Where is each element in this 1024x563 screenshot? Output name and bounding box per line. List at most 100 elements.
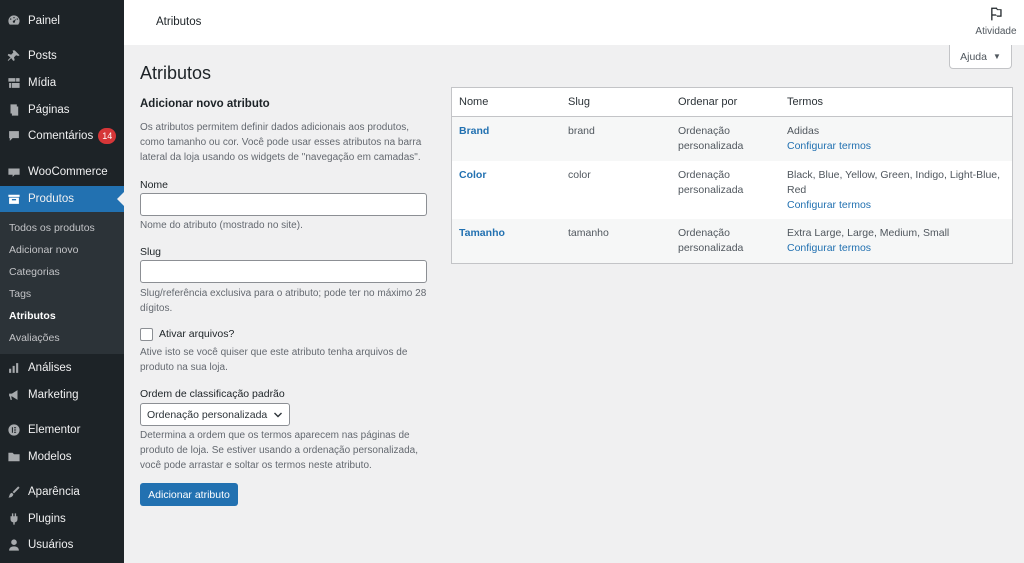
submenu-item-atributos[interactable]: Atributos <box>9 310 56 322</box>
form-heading: Adicionar novo atributo <box>140 98 270 110</box>
menu-item-modelos[interactable]: Modelos <box>0 445 124 469</box>
slug-input[interactable] <box>140 260 427 283</box>
menu-item-posts[interactable]: Posts <box>0 44 124 68</box>
configure-terms-link[interactable]: Configurar termos <box>787 139 871 154</box>
attribute-order: Ordenação personalizada <box>678 169 744 196</box>
menu-item-aparencia[interactable]: Aparência <box>0 480 124 504</box>
menu-item-produtos[interactable]: Produtos <box>0 186 124 212</box>
column-header-ordenar[interactable]: Ordenar por <box>678 96 737 108</box>
menu-item-midia[interactable]: Mídia <box>0 71 124 95</box>
archive-label: Ativar arquivos? <box>159 328 235 340</box>
table-row: Color color Ordenação personalizada Blac… <box>452 161 1012 219</box>
menu-label: Plugins <box>28 513 66 525</box>
name-help: Nome do atributo (mostrado no site). <box>140 220 303 231</box>
order-select[interactable]: Ordenação personalizada <box>140 403 290 426</box>
attribute-name-link[interactable]: Brand <box>459 124 489 139</box>
column-header-nome[interactable]: Nome <box>459 96 488 108</box>
enable-archives-checkbox[interactable] <box>140 328 153 341</box>
help-button[interactable]: Ajuda ▼ <box>949 45 1012 69</box>
menu-item-painel[interactable]: Painel <box>0 9 124 33</box>
submenu-item-tags[interactable]: Tags <box>9 288 31 300</box>
form-intro: Os atributos permitem definir dados adic… <box>140 122 422 163</box>
add-attribute-button[interactable]: Adicionar atributo <box>140 483 238 506</box>
submenu-item-todos-produtos[interactable]: Todos os produtos <box>9 222 95 234</box>
table-row: Brand brand Ordenação personalizada Adid… <box>452 117 1012 161</box>
table-row: Tamanho tamanho Ordenação personalizada … <box>452 219 1012 263</box>
menu-item-paginas[interactable]: Páginas <box>0 98 124 122</box>
menu-label: Modelos <box>28 451 72 463</box>
menu-item-comentarios[interactable]: Comentários 14 <box>0 124 124 148</box>
menu-label: Comentários <box>28 130 94 142</box>
order-label: Ordem de classificação padrão <box>140 388 285 400</box>
products-icon <box>7 192 21 206</box>
dashboard-icon <box>7 14 21 28</box>
menu-label: Mídia <box>28 77 57 89</box>
configure-terms-link[interactable]: Configurar termos <box>787 241 871 256</box>
woocommerce-icon <box>7 165 21 179</box>
media-icon <box>7 76 21 90</box>
menu-label: Usuários <box>28 539 74 551</box>
user-icon <box>7 538 21 552</box>
order-select-value: Ordenação personalizada <box>147 408 268 421</box>
flag-icon <box>991 7 1002 21</box>
menu-item-plugins[interactable]: Plugins <box>0 507 124 531</box>
elementor-icon <box>7 423 21 437</box>
attribute-name-link[interactable]: Tamanho <box>459 226 505 241</box>
menu-label: Páginas <box>28 104 70 116</box>
column-header-termos[interactable]: Termos <box>787 96 823 108</box>
attribute-terms: Black, Blue, Yellow, Green, Indigo, Ligh… <box>787 169 1001 196</box>
name-label: Nome <box>140 179 169 191</box>
menu-label: WooCommerce <box>28 166 108 178</box>
menu-item-elementor[interactable]: Elementor <box>0 418 124 442</box>
menu-item-marketing[interactable]: Marketing <box>0 383 124 407</box>
order-help: Determina a ordem que os termos aparecem… <box>140 430 418 471</box>
admin-sidebar: Painel Posts Mídia Páginas Comentários 1… <box>0 0 124 563</box>
submenu-item-categorias[interactable]: Categorias <box>9 266 60 278</box>
attribute-terms: Adidas <box>787 125 820 137</box>
attribute-terms: Extra Large, Large, Medium, Small <box>787 227 950 239</box>
name-input[interactable] <box>140 193 427 216</box>
attribute-slug: color <box>568 169 591 181</box>
menu-label: Marketing <box>28 389 79 401</box>
activity-button[interactable]: Atividade <box>974 6 1018 37</box>
brush-icon <box>7 485 21 499</box>
menu-item-woocommerce[interactable]: WooCommerce <box>0 160 124 184</box>
megaphone-icon <box>7 388 21 402</box>
menu-label: Painel <box>28 15 60 27</box>
activity-label: Atividade <box>975 26 1017 37</box>
help-label: Ajuda <box>960 50 987 63</box>
menu-item-usuarios[interactable]: Usuários <box>0 533 124 557</box>
submenu-item-avaliacoes[interactable]: Avaliações <box>9 332 60 344</box>
comments-count-badge: 14 <box>98 128 117 144</box>
plugin-icon <box>7 512 21 526</box>
slug-help: Slug/referência exclusiva para o atribut… <box>140 288 427 314</box>
archive-help: Ative isto se você quiser que este atrib… <box>140 347 408 373</box>
attributes-table: Nome Slug Ordenar por Termos Brand brand… <box>451 87 1013 264</box>
menu-label: Elementor <box>28 424 81 436</box>
attribute-slug: tamanho <box>568 227 609 239</box>
menu-item-analises[interactable]: Análises <box>0 356 124 380</box>
submenu-item-adicionar-novo[interactable]: Adicionar novo <box>9 244 78 256</box>
attribute-name-link[interactable]: Color <box>459 168 486 183</box>
attribute-slug: brand <box>568 125 595 137</box>
header-title: Atributos <box>156 16 202 28</box>
column-header-slug[interactable]: Slug <box>568 96 590 108</box>
caret-down-icon: ▼ <box>992 52 1001 61</box>
configure-terms-link[interactable]: Configurar termos <box>787 198 871 213</box>
page-title: Atributos <box>140 63 212 83</box>
slug-label: Slug <box>140 246 162 258</box>
menu-label: Posts <box>28 50 57 62</box>
attribute-order: Ordenação personalizada <box>678 227 744 254</box>
menu-label: Produtos <box>28 193 75 205</box>
pin-icon <box>7 49 21 63</box>
analytics-icon <box>7 361 21 375</box>
folder-icon <box>7 450 21 464</box>
pages-icon <box>7 103 21 117</box>
header-bar: Atributos Atividade <box>124 0 1024 45</box>
attribute-order: Ordenação personalizada <box>678 125 744 152</box>
menu-label: Aparência <box>28 486 80 498</box>
chevron-down-icon <box>274 412 282 418</box>
products-submenu: Todos os produtos Adicionar novo Categor… <box>0 212 124 354</box>
comments-icon <box>7 129 21 143</box>
menu-label: Análises <box>28 362 72 374</box>
